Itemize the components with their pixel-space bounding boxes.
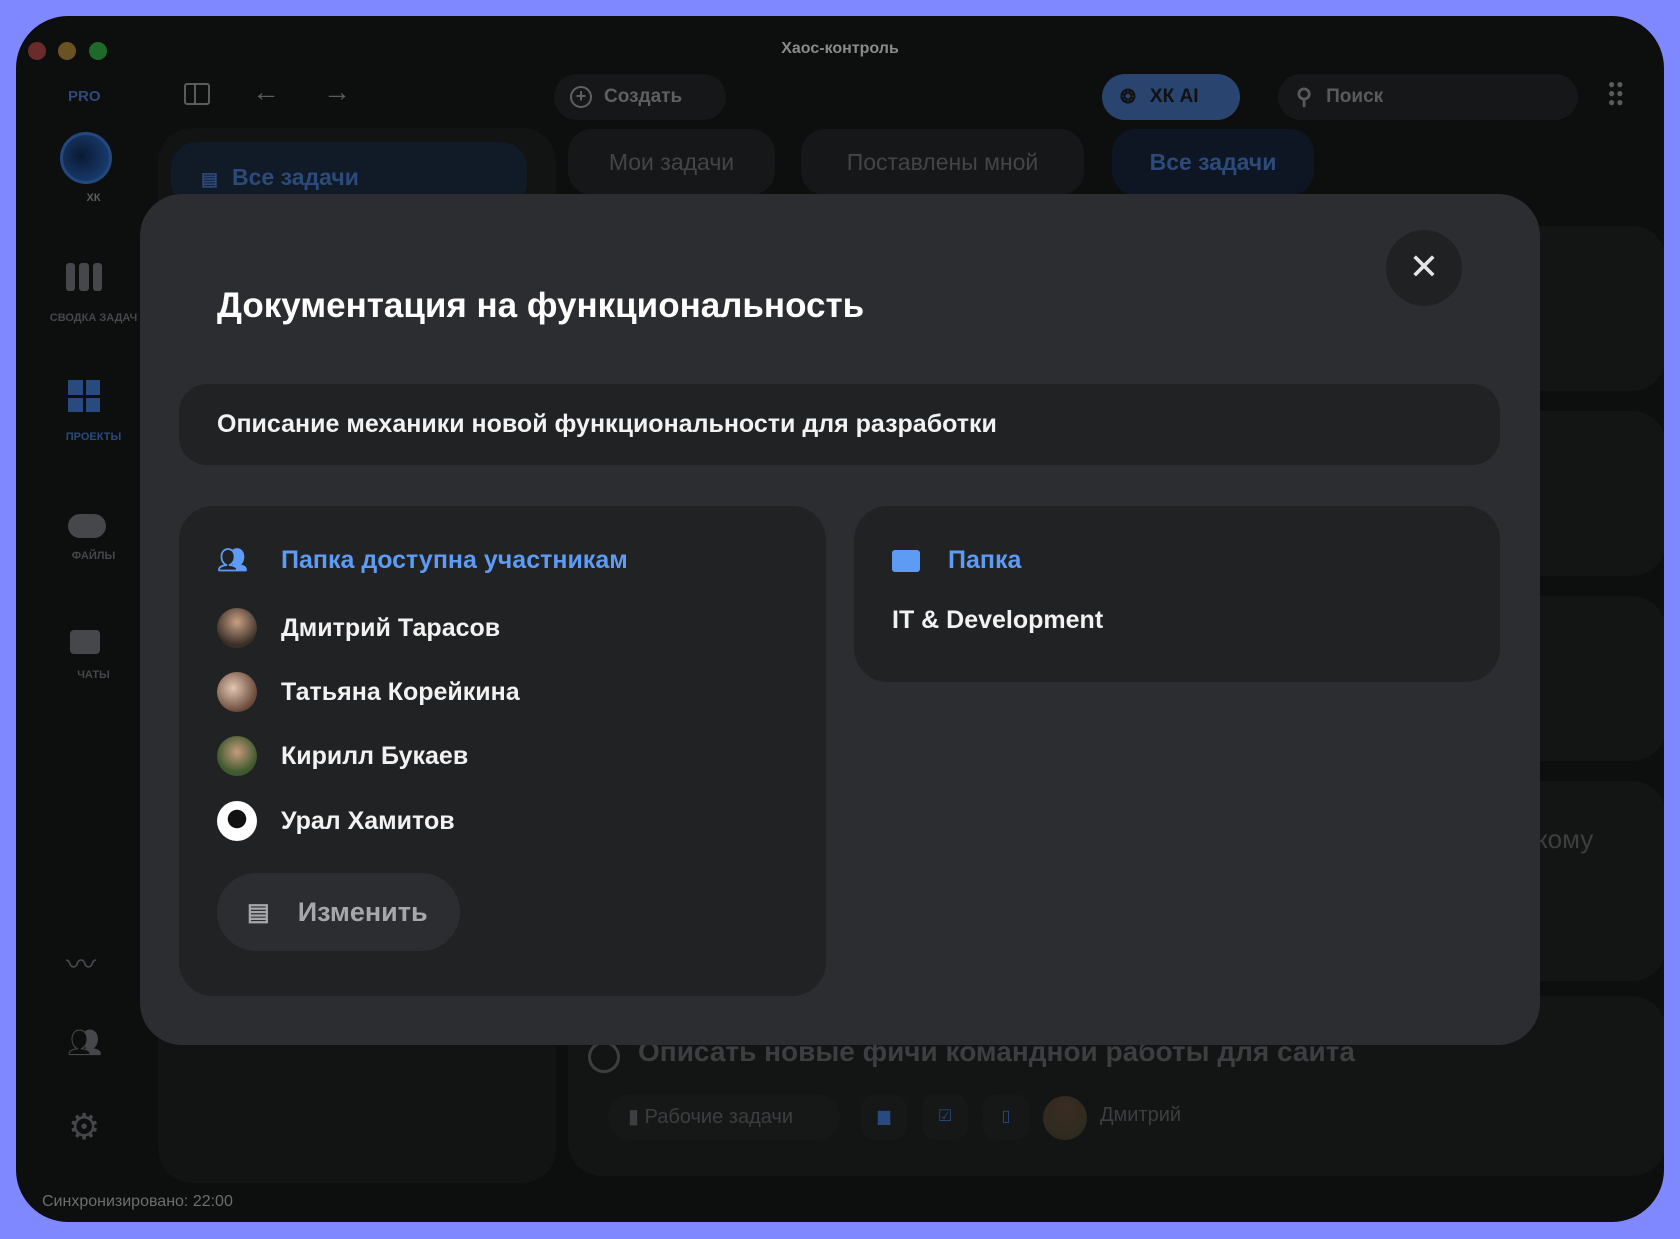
analytics-icon[interactable]: 〰 xyxy=(66,940,96,984)
search-placeholder: Поиск xyxy=(1326,86,1384,107)
search-input[interactable]: ⚲ Поиск xyxy=(1278,74,1578,120)
chat-icon[interactable] xyxy=(70,630,100,654)
member-item: Урал Хамитов xyxy=(217,800,455,842)
member-item: Кирилл Букаев xyxy=(217,735,468,777)
workspace-label: ХК xyxy=(86,192,101,204)
members-card: 👥︎ Папка доступна участникам Дмитрий Тар… xyxy=(179,506,826,996)
member-item: Татьяна Корейкина xyxy=(217,671,520,713)
cloud-icon[interactable] xyxy=(68,514,106,538)
document-modal: ✕ Документация на функциональность Описа… xyxy=(140,194,1540,1045)
checklist-icon[interactable]: ☑ xyxy=(922,1094,968,1140)
pro-badge: PRO xyxy=(68,88,101,105)
avatar xyxy=(1043,1096,1087,1140)
sidebar-toggle-icon[interactable] xyxy=(184,83,210,105)
apps-grid-icon[interactable]: ●● ●● ●● xyxy=(1608,78,1626,108)
settings-icon[interactable]: ⚙ xyxy=(68,1106,100,1148)
modal-title: Документация на функциональность xyxy=(217,286,865,325)
access-label: Папка доступна участникам xyxy=(281,546,628,574)
sync-status: Синхронизировано: 22:00 xyxy=(42,1193,233,1210)
note-icon[interactable]: ▆ xyxy=(861,1094,907,1140)
task-summary-icon[interactable] xyxy=(66,263,102,291)
folder-card[interactable]: Папка IT & Development xyxy=(854,506,1500,682)
plus-circle-icon: + xyxy=(570,86,592,108)
avatar xyxy=(217,672,257,712)
edit-list-icon: ▤ xyxy=(247,898,270,926)
edit-label: Изменить xyxy=(297,896,428,927)
member-item: Дмитрий Тарасов xyxy=(217,607,500,649)
folder-label: Папка xyxy=(948,546,1022,574)
partial-task-text: кому xyxy=(1536,824,1594,854)
ai-label: ХК AI xyxy=(1149,86,1199,107)
team-icon[interactable]: 👥︎ xyxy=(67,1026,103,1059)
projects-icon[interactable] xyxy=(68,380,100,412)
task-checkbox[interactable] xyxy=(588,1041,620,1073)
create-button[interactable]: + Создать xyxy=(554,74,726,120)
task-folder-chip[interactable]: ▮ Рабочие задачи xyxy=(608,1094,840,1140)
avatar xyxy=(217,608,257,648)
edit-button[interactable]: ▤ Изменить xyxy=(217,873,460,951)
tab-my-tasks[interactable]: Мои задачи xyxy=(568,129,775,195)
folder-name: IT & Development xyxy=(892,606,1104,634)
attachment-icon[interactable]: ▯ xyxy=(983,1094,1029,1140)
avatar xyxy=(217,801,257,841)
workspace-logo[interactable] xyxy=(60,132,112,184)
users-icon: 👥︎ xyxy=(217,547,248,574)
search-icon: ⚲ xyxy=(1296,84,1313,109)
tab-all-tasks[interactable]: Все задачи xyxy=(1112,129,1314,195)
task-assignee: Дмитрий xyxy=(1100,1104,1182,1126)
folder-icon xyxy=(892,549,920,572)
forward-arrow-icon[interactable]: → xyxy=(323,76,351,108)
description-field[interactable]: Описание механики новой функциональности… xyxy=(179,384,1500,465)
tab-assigned-by-me[interactable]: Поставлены мной xyxy=(801,129,1084,195)
brain-icon: ❂ xyxy=(1120,86,1136,108)
close-icon[interactable]: ✕ xyxy=(1386,230,1462,306)
window-title: Хаос-контроль xyxy=(781,40,899,57)
back-arrow-icon[interactable]: ← xyxy=(252,76,280,108)
description-text: Описание механики новой функциональности… xyxy=(217,410,997,438)
avatar xyxy=(217,736,257,776)
create-label: Создать xyxy=(604,86,683,107)
ai-button[interactable]: ❂ ХК AI xyxy=(1102,74,1240,120)
